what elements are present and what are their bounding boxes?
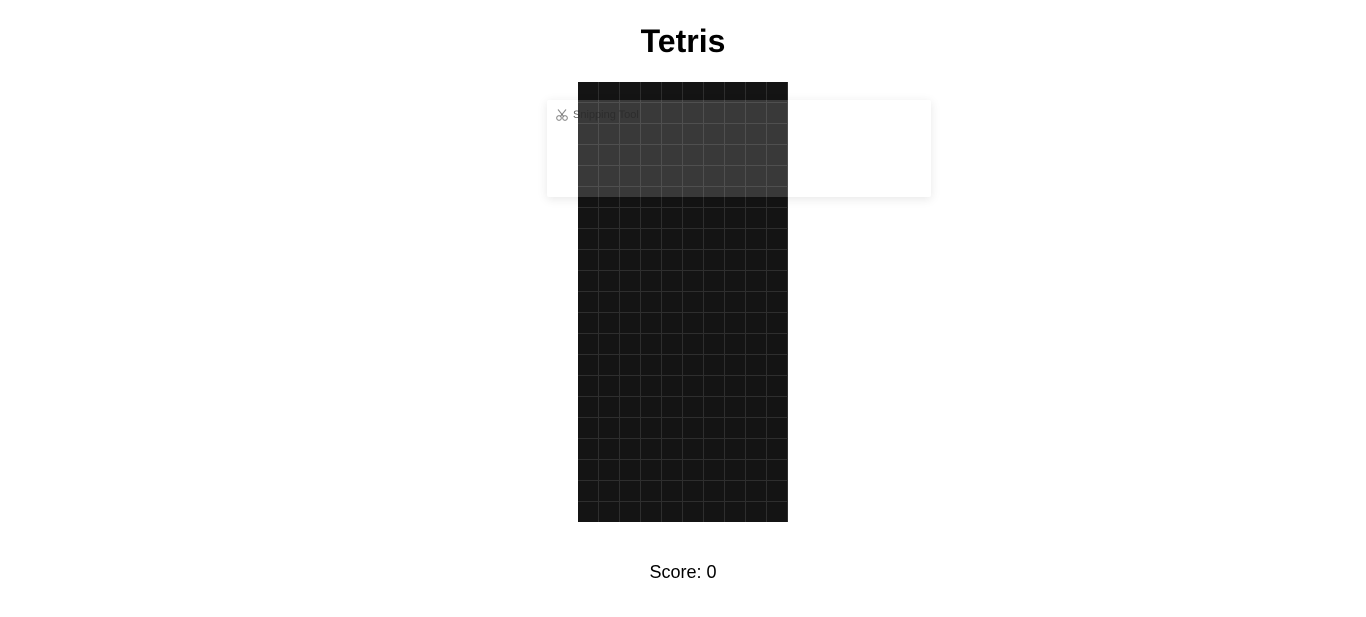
snipping-tool-overlay[interactable]: Snipping Tool — [547, 100, 931, 197]
game-page: Tetris Snipping Tool Score: 0 — [0, 0, 1366, 617]
score-display: Score: 0 — [0, 561, 1366, 583]
score-value: 0 — [706, 562, 717, 582]
scissors-icon — [555, 108, 569, 122]
game-title: Tetris — [640, 23, 726, 59]
score-label: Score: — [649, 562, 702, 582]
snipping-tool-header: Snipping Tool — [555, 107, 639, 123]
snipping-tool-label: Snipping Tool — [573, 109, 639, 121]
